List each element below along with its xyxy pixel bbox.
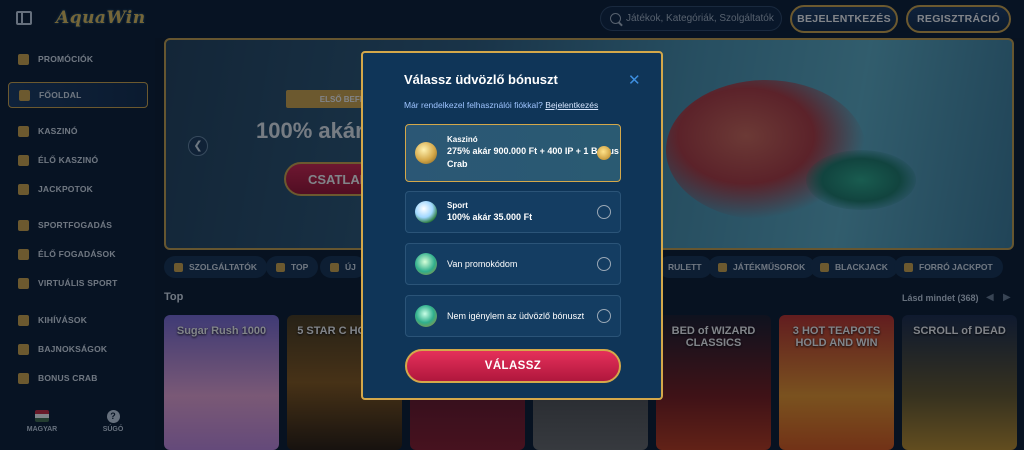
login-link[interactable]: Bejelentkezés xyxy=(545,100,598,110)
option-description: 275% akár 900.000 Ft + 400 IP + 1 Bonus … xyxy=(447,146,619,169)
close-icon[interactable]: ✕ xyxy=(628,71,641,89)
casino-chip-icon xyxy=(415,142,437,164)
sport-ball-icon xyxy=(415,201,437,223)
option-description: Van promokódom xyxy=(447,258,518,269)
radio-unselected[interactable] xyxy=(597,257,611,271)
option-heading: Sport xyxy=(447,200,468,210)
option-text: Van promokódom xyxy=(447,258,517,271)
modal-title: Válassz üdvözlő bónuszt xyxy=(404,72,558,87)
option-description: Nem igénylem az üdvözlő bónuszt xyxy=(447,310,585,321)
bonus-option-none[interactable]: Nem igénylem az üdvözlő bónuszt xyxy=(405,295,621,337)
option-description: 100% akár 35.000 Ft xyxy=(447,211,533,222)
subtitle-text: Már rendelkezel felhasználói fiókkal? xyxy=(404,100,543,110)
choose-bonus-button[interactable]: VÁLASSZ xyxy=(405,349,621,383)
option-text: Kaszinó 275% akár 900.000 Ft + 400 IP + … xyxy=(447,135,620,171)
page-root: AquaWin BEJELENTKEZÉS REGISZTRÁCIÓ PROMÓ… xyxy=(0,0,1024,450)
bonus-option-casino[interactable]: Kaszinó 275% akár 900.000 Ft + 400 IP + … xyxy=(405,124,621,182)
bonus-option-sport[interactable]: Sport 100% akár 35.000 Ft xyxy=(405,191,621,233)
radio-selected[interactable] xyxy=(597,146,611,160)
promo-code-icon xyxy=(415,253,437,275)
radio-unselected[interactable] xyxy=(597,205,611,219)
welcome-bonus-modal: Válassz üdvözlő bónuszt ✕ Már rendelkeze… xyxy=(361,51,663,400)
option-text: Nem igénylem az üdvözlő bónuszt xyxy=(447,310,597,323)
bonus-option-promo-code[interactable]: Van promokódom xyxy=(405,243,621,285)
option-text: Sport 100% akár 35.000 Ft xyxy=(447,201,532,224)
no-bonus-icon xyxy=(415,305,437,327)
modal-subtitle: Már rendelkezel felhasználói fiókkal? Be… xyxy=(404,100,598,110)
option-heading: Kaszinó xyxy=(447,135,478,144)
radio-unselected[interactable] xyxy=(597,309,611,323)
